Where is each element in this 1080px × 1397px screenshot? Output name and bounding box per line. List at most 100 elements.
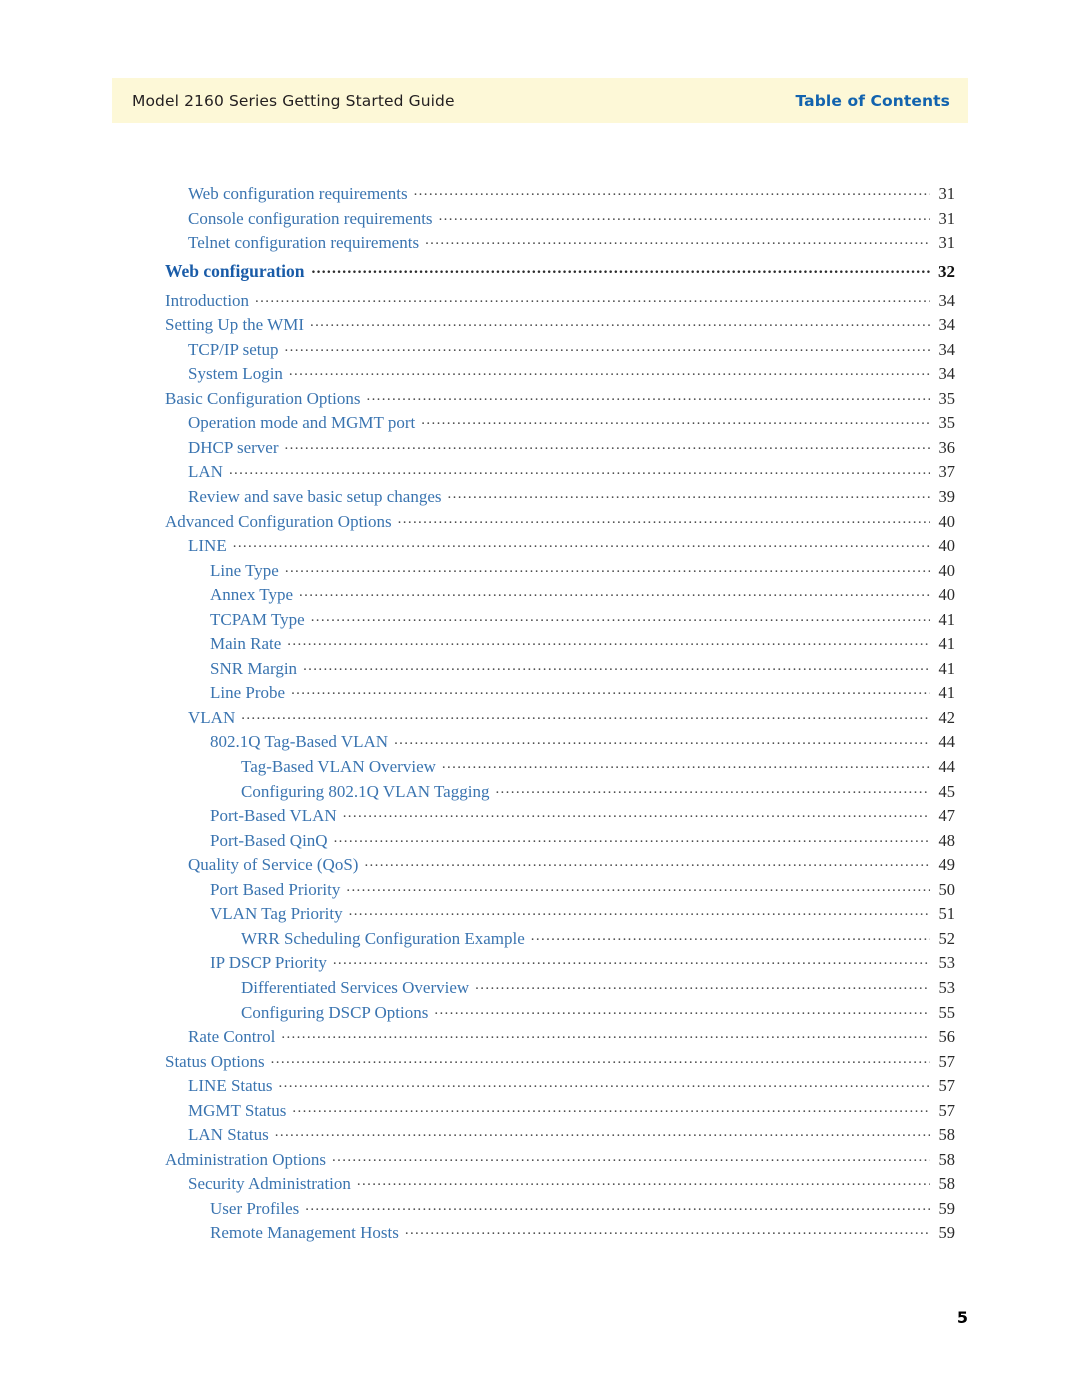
toc-entry-page-number[interactable]: 56	[933, 1027, 956, 1047]
toc-entry-page-number[interactable]: 44	[933, 757, 956, 777]
toc-entry-row[interactable]: Review and save basic setup changes 39	[0, 486, 1080, 511]
toc-entry-row[interactable]: Introduction 34	[0, 290, 1080, 315]
toc-entry-title[interactable]: VLAN	[188, 708, 241, 728]
toc-entry-row[interactable]: DHCP server 36	[0, 437, 1080, 462]
toc-entry-page-number[interactable]: 57	[933, 1101, 956, 1121]
toc-entry-title[interactable]: System Login	[188, 364, 289, 384]
toc-entry-page-number[interactable]: 37	[933, 462, 956, 482]
toc-entry-title[interactable]: Remote Management Hosts	[210, 1223, 405, 1243]
toc-entry-row[interactable]: Rate Control 56	[0, 1026, 1080, 1051]
toc-entry-title[interactable]: SNR Margin	[210, 659, 303, 679]
toc-entry-title[interactable]: Configuring 802.1Q VLAN Tagging	[241, 782, 495, 802]
toc-entry-title[interactable]: Line Probe	[210, 683, 291, 703]
toc-entry-row[interactable]: Status Options 57	[0, 1051, 1080, 1076]
toc-entry-title[interactable]: Tag-Based VLAN Overview	[241, 757, 442, 777]
toc-entry-row[interactable]: Setting Up the WMI 34	[0, 314, 1080, 339]
toc-entry-row[interactable]: Administration Options 58	[0, 1149, 1080, 1174]
toc-entry-page-number[interactable]: 59	[933, 1199, 956, 1219]
toc-entry-title[interactable]: Operation mode and MGMT port	[188, 413, 421, 433]
toc-entry-row[interactable]: LAN Status 58	[0, 1124, 1080, 1149]
toc-entry-row[interactable]: Telnet configuration requirements 31	[0, 232, 1080, 257]
toc-entry-title[interactable]: Port-Based VLAN	[210, 806, 343, 826]
toc-entry-row[interactable]: Port-Based QinQ 48	[0, 830, 1080, 855]
toc-entry-row[interactable]: Main Rate 41	[0, 633, 1080, 658]
toc-entry-title[interactable]: Annex Type	[210, 585, 299, 605]
toc-entry-page-number[interactable]: 45	[933, 782, 956, 802]
toc-entry-page-number[interactable]: 31	[933, 184, 956, 204]
toc-entry-title[interactable]: Port Based Priority	[210, 880, 346, 900]
toc-entry-row[interactable]: Configuring DSCP Options 55	[0, 1002, 1080, 1027]
toc-entry-title[interactable]: TCPAM Type	[210, 610, 311, 630]
toc-entry-page-number[interactable]: 41	[933, 610, 956, 630]
toc-entry-title[interactable]: 802.1Q Tag-Based VLAN	[210, 732, 394, 752]
toc-entry-title[interactable]: LAN Status	[188, 1125, 275, 1145]
toc-entry-title[interactable]: Basic Configuration Options	[165, 389, 366, 409]
toc-entry-page-number[interactable]: 57	[933, 1076, 956, 1096]
toc-entry-title[interactable]: Line Type	[210, 561, 285, 581]
toc-entry-title[interactable]: TCP/IP setup	[188, 340, 285, 360]
toc-entry-page-number[interactable]: 42	[933, 708, 956, 728]
toc-entry-page-number[interactable]: 41	[933, 634, 956, 654]
toc-chapter-row[interactable]: 4Web configuration32	[0, 261, 1080, 290]
toc-entry-row[interactable]: Differentiated Services Overview 53	[0, 977, 1080, 1002]
toc-entry-row[interactable]: MGMT Status 57	[0, 1100, 1080, 1125]
toc-entry-title[interactable]: WRR Scheduling Configuration Example	[241, 929, 531, 949]
toc-entry-page-number[interactable]: 40	[933, 561, 956, 581]
toc-entry-page-number[interactable]: 34	[933, 315, 956, 335]
toc-entry-page-number[interactable]: 58	[933, 1150, 956, 1170]
toc-entry-page-number[interactable]: 40	[933, 536, 956, 556]
toc-entry-title[interactable]: Setting Up the WMI	[165, 315, 310, 335]
toc-entry-row[interactable]: VLAN 42	[0, 707, 1080, 732]
toc-entry-row[interactable]: Annex Type 40	[0, 584, 1080, 609]
toc-entry-title[interactable]: Advanced Configuration Options	[165, 512, 398, 532]
toc-entry-page-number[interactable]: 41	[933, 659, 956, 679]
toc-entry-page-number[interactable]: 57	[933, 1052, 956, 1072]
toc-entry-row[interactable]: System Login 34	[0, 363, 1080, 388]
toc-entry-row[interactable]: Operation mode and MGMT port 35	[0, 412, 1080, 437]
toc-entry-page-number[interactable]: 35	[933, 389, 956, 409]
toc-entry-page-number[interactable]: 34	[933, 291, 956, 311]
toc-entry-page-number[interactable]: 55	[933, 1003, 956, 1023]
toc-entry-row[interactable]: VLAN Tag Priority 51	[0, 903, 1080, 928]
toc-entry-row[interactable]: SNR Margin 41	[0, 658, 1080, 683]
toc-entry-page-number[interactable]: 41	[933, 683, 956, 703]
toc-entry-title[interactable]: Rate Control	[188, 1027, 281, 1047]
toc-entry-page-number[interactable]: 53	[933, 953, 956, 973]
toc-entry-page-number[interactable]: 34	[933, 340, 956, 360]
toc-entry-page-number[interactable]: 58	[933, 1174, 956, 1194]
toc-entry-row[interactable]: Remote Management Hosts 59	[0, 1222, 1080, 1247]
toc-entry-title[interactable]: Main Rate	[210, 634, 287, 654]
toc-entry-row[interactable]: Quality of Service (QoS) 49	[0, 854, 1080, 879]
toc-entry-row[interactable]: TCPAM Type 41	[0, 609, 1080, 634]
toc-entry-row[interactable]: Web configuration requirements 31	[0, 183, 1080, 208]
toc-entry-title[interactable]: Introduction	[165, 291, 255, 311]
toc-entry-row[interactable]: Security Administration 58	[0, 1173, 1080, 1198]
toc-entry-page-number[interactable]: 50	[933, 880, 956, 900]
toc-entry-row[interactable]: Port Based Priority 50	[0, 879, 1080, 904]
toc-entry-title[interactable]: User Profiles	[210, 1199, 305, 1219]
toc-entry-title[interactable]: Web configuration requirements	[188, 184, 414, 204]
toc-entry-title[interactable]: Configuring DSCP Options	[241, 1003, 434, 1023]
toc-entry-row[interactable]: TCP/IP setup 34	[0, 339, 1080, 364]
toc-entry-row[interactable]: Configuring 802.1Q VLAN Tagging 45	[0, 781, 1080, 806]
toc-entry-title[interactable]: Security Administration	[188, 1174, 357, 1194]
toc-entry-page-number[interactable]: 53	[933, 978, 956, 998]
toc-entry-title[interactable]: DHCP server	[188, 438, 285, 458]
toc-entry-title[interactable]: Status Options	[165, 1052, 271, 1072]
toc-entry-row[interactable]: LAN 37	[0, 461, 1080, 486]
toc-entry-title[interactable]: Telnet configuration requirements	[188, 233, 425, 253]
toc-entry-title[interactable]: Port-Based QinQ	[210, 831, 334, 851]
toc-entry-title[interactable]: Quality of Service (QoS)	[188, 855, 364, 875]
toc-entry-row[interactable]: Advanced Configuration Options 40	[0, 511, 1080, 536]
toc-entry-title[interactable]: IP DSCP Priority	[210, 953, 333, 973]
toc-entry-row[interactable]: User Profiles 59	[0, 1198, 1080, 1223]
toc-entry-title[interactable]: Differentiated Services Overview	[241, 978, 475, 998]
toc-entry-row[interactable]: IP DSCP Priority 53	[0, 952, 1080, 977]
toc-entry-row[interactable]: Basic Configuration Options 35	[0, 388, 1080, 413]
toc-entry-page-number[interactable]: 59	[933, 1223, 956, 1243]
toc-entry-page-number[interactable]: 32	[933, 262, 955, 282]
toc-entry-page-number[interactable]: 40	[933, 585, 956, 605]
toc-entry-title[interactable]: Review and save basic setup changes	[188, 487, 448, 507]
toc-entry-page-number[interactable]: 49	[933, 855, 956, 875]
toc-entry-page-number[interactable]: 58	[933, 1125, 956, 1145]
